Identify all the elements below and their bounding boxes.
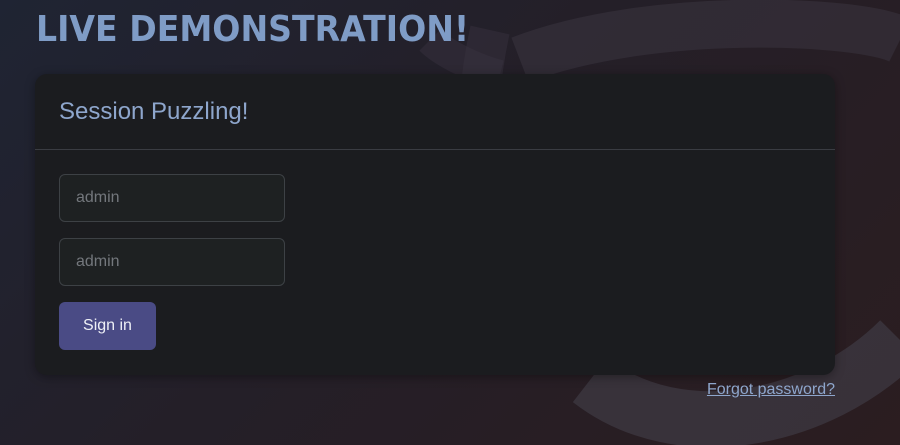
card-title: Session Puzzling! bbox=[59, 98, 249, 125]
card-header: Session Puzzling! bbox=[35, 74, 835, 150]
sign-in-button[interactable]: Sign in bbox=[59, 302, 156, 350]
login-form: Sign in bbox=[35, 150, 835, 350]
username-input[interactable] bbox=[59, 174, 285, 222]
forgot-password-link[interactable]: Forgot password? bbox=[707, 380, 835, 400]
login-card: Session Puzzling! Sign in bbox=[35, 74, 835, 375]
password-input[interactable] bbox=[59, 238, 285, 286]
page-title: LIVE DEMONSTRATION! bbox=[36, 9, 470, 50]
